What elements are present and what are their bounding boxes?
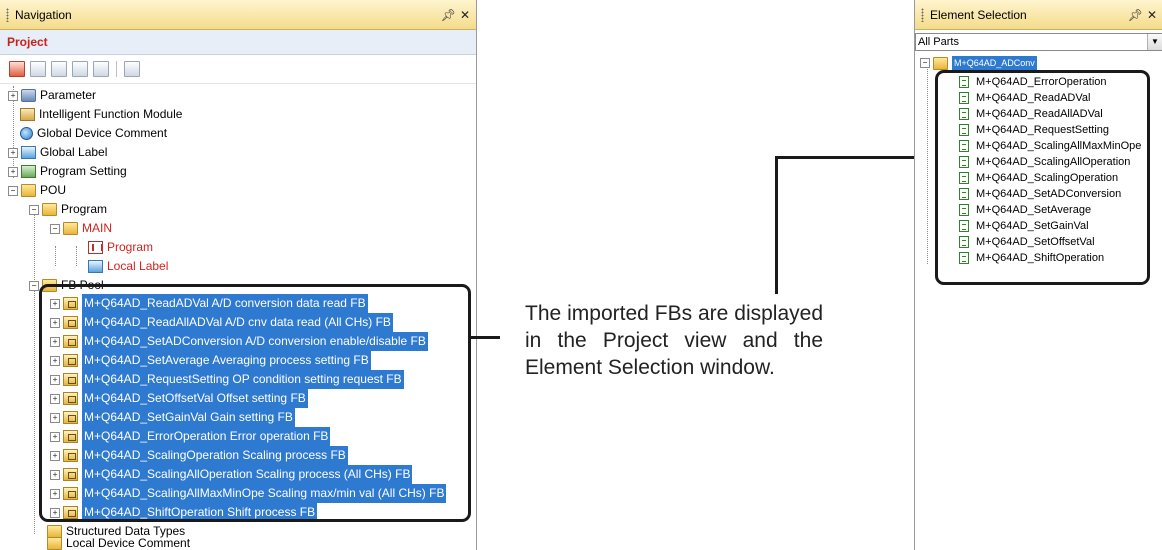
element-highlight-frame xyxy=(935,70,1150,285)
paste-icon[interactable] xyxy=(51,61,67,77)
tree-item-program-setting[interactable]: + Program Setting xyxy=(8,162,127,181)
tree-label: M+Q64AD_ADConv xyxy=(952,56,1037,70)
ladder-program-icon xyxy=(88,241,103,254)
program-block-icon xyxy=(63,222,78,235)
folder-icon xyxy=(42,203,57,216)
toolbar-separator xyxy=(116,61,117,77)
program-setting-icon xyxy=(21,165,36,178)
close-icon[interactable]: ✕ xyxy=(1147,8,1157,22)
callout-connector xyxy=(470,336,500,339)
annotation-text: The imported FBs are displayed in the Pr… xyxy=(525,302,823,379)
tree-connector xyxy=(55,246,56,266)
tree-item-local-device-comment[interactable]: Local Device Comment xyxy=(47,534,190,550)
element-selection-titlebar[interactable]: Element Selection 📌︎ ✕ xyxy=(915,0,1162,30)
parameter-icon xyxy=(21,89,36,102)
collapse-icon[interactable]: − xyxy=(8,185,18,196)
label-icon xyxy=(21,146,36,159)
tree-label: Program xyxy=(61,202,108,216)
globe-icon xyxy=(20,127,33,140)
expand-icon[interactable]: + xyxy=(8,90,18,101)
tree-connector xyxy=(927,64,928,264)
label-icon xyxy=(88,260,103,273)
tree-label: POU xyxy=(40,183,67,197)
folder-icon xyxy=(933,56,948,70)
properties-icon[interactable] xyxy=(93,61,109,77)
collapse-icon[interactable]: − xyxy=(50,223,60,234)
tree-label: Parameter xyxy=(40,88,97,102)
collapse-icon[interactable]: − xyxy=(920,58,930,68)
tree-label: Local Label xyxy=(107,259,169,273)
close-icon[interactable]: ✕ xyxy=(460,8,470,22)
tree-label: MAIN xyxy=(82,221,112,235)
tree-item-pou[interactable]: − POU xyxy=(8,181,66,200)
callout-connector xyxy=(775,156,937,159)
collapse-icon[interactable]: − xyxy=(29,204,39,215)
collapse-icon[interactable]: − xyxy=(29,280,39,291)
tree-label: Program Setting xyxy=(40,164,127,178)
drag-grip-icon[interactable] xyxy=(921,7,924,22)
pin-icon[interactable]: 📌︎ xyxy=(1128,8,1143,22)
tree-label: Intelligent Function Module xyxy=(39,107,183,121)
tree-connector xyxy=(34,208,35,534)
folder-icon xyxy=(21,184,36,197)
expand-icon[interactable]: + xyxy=(8,147,18,158)
pin-icon[interactable]: 📌︎ xyxy=(441,8,456,22)
duplicate-icon[interactable] xyxy=(72,61,88,77)
tree-label: Local Device Comment xyxy=(66,536,191,550)
tree-label: Program xyxy=(107,240,154,254)
navigation-titlebar[interactable]: Navigation 📌︎ ✕ xyxy=(0,0,476,30)
navigation-title: Navigation xyxy=(15,7,72,22)
new-item-icon[interactable] xyxy=(9,61,25,77)
tree-item-global-device-comment[interactable]: Global Device Comment xyxy=(20,124,167,143)
chevron-down-icon[interactable]: ▼ xyxy=(1147,34,1162,50)
folder-icon xyxy=(47,537,62,550)
project-header: Project xyxy=(0,30,476,55)
parts-filter-value: All Parts xyxy=(918,36,959,48)
tree-item-main-program[interactable]: Program xyxy=(88,238,153,257)
tree-item-intelligent-function-module[interactable]: Intelligent Function Module xyxy=(20,105,182,124)
fb-highlight-frame xyxy=(39,284,471,522)
module-icon xyxy=(20,108,35,121)
tree-item-program-folder[interactable]: − Program xyxy=(29,200,107,219)
tree-item-parameter[interactable]: + Parameter xyxy=(8,86,96,105)
element-tree-root[interactable]: − M+Q64AD_ADConv xyxy=(920,56,1037,70)
drag-grip-icon[interactable] xyxy=(6,7,9,22)
tree-label: Global Label xyxy=(40,145,108,159)
navigation-toolbar xyxy=(0,55,476,84)
tree-item-local-label[interactable]: Local Label xyxy=(88,257,168,276)
sort-dropdown-icon[interactable] xyxy=(124,61,140,77)
callout-connector xyxy=(775,156,778,294)
expand-icon[interactable]: + xyxy=(8,166,18,177)
parts-filter-select[interactable]: All Parts ▼ xyxy=(915,33,1162,51)
tree-item-main[interactable]: − MAIN xyxy=(50,219,112,238)
tree-connector xyxy=(76,246,77,266)
tree-label: Global Device Comment xyxy=(37,126,168,140)
element-selection-title: Element Selection xyxy=(930,7,1027,22)
copy-icon[interactable] xyxy=(30,61,46,77)
tree-item-global-label[interactable]: + Global Label xyxy=(8,143,107,162)
